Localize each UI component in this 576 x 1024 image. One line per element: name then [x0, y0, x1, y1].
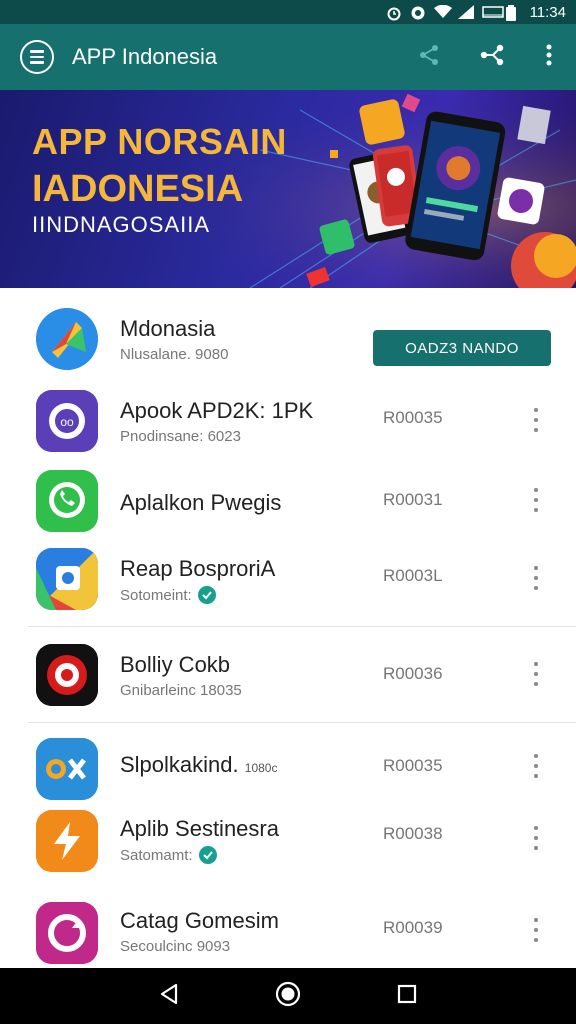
- status-bar: 11:34: [0, 0, 576, 24]
- item-subtitle: Sotomeint:: [120, 586, 216, 604]
- install-button[interactable]: OADZ3 NANDO: [373, 330, 551, 366]
- connect-icon[interactable]: [480, 44, 506, 71]
- item-name-suffix: 1080c: [244, 761, 278, 775]
- home-icon[interactable]: [275, 981, 301, 1012]
- list-item[interactable]: Bolliy Cokb Gnibarleinc 18035 R00036: [0, 640, 576, 720]
- svg-text:oo: oo: [60, 415, 74, 429]
- more-vert-icon[interactable]: [530, 754, 542, 778]
- eye-icon: [36, 644, 98, 706]
- item-code: R00036: [383, 664, 443, 683]
- sync-icon: [36, 902, 98, 964]
- wifi-icon: [433, 4, 452, 19]
- item-subtitle: Gnibarleinc 18035: [120, 682, 242, 699]
- verified-icon: [198, 846, 217, 864]
- chat-icon: oo: [36, 390, 98, 452]
- sync-status-icon: [410, 5, 426, 20]
- item-code: R00038: [383, 824, 443, 843]
- more-vert-icon[interactable]: [530, 408, 542, 432]
- item-subtitle-text: Sotomeint:: [120, 586, 192, 604]
- more-vert-icon[interactable]: [530, 566, 542, 590]
- item-code: R00035: [383, 756, 443, 775]
- promo-banner[interactable]: APP NORSAIN IADONESIA IINDNAGOSAIIA: [0, 90, 576, 288]
- divider: [28, 722, 576, 723]
- app-title: APP Indonesia: [72, 44, 218, 69]
- system-nav-bar: [0, 968, 576, 1024]
- item-name: Reap BosproriA: [120, 556, 276, 581]
- list-item[interactable]: Aplalkon Pwegis R00031: [0, 468, 576, 548]
- back-icon[interactable]: [158, 983, 180, 1010]
- list-item[interactable]: Aplib Sestinesra Satomamt: R00038: [0, 808, 576, 888]
- bolt-icon: [36, 810, 98, 872]
- list-item[interactable]: Mdonasia Nlusalane. 9080 OADZ3 NANDO: [0, 304, 576, 384]
- maps-icon: [36, 308, 98, 370]
- item-code: R00035: [383, 408, 443, 427]
- item-subtitle: Secoulcinc 9093: [120, 938, 231, 955]
- alarm-icon: [386, 5, 402, 21]
- app-bar: APP Indonesia: [0, 24, 576, 90]
- item-subtitle: Satomamt:: [120, 846, 217, 864]
- item-name: Mdonasia: [120, 316, 216, 341]
- clock: 11:34: [529, 3, 566, 21]
- banner-title-line1: APP NORSAIN: [32, 121, 287, 162]
- signal-icon: [457, 5, 474, 19]
- list-item[interactable]: Slpolkakind. 1080c R00035: [0, 736, 576, 816]
- item-code: R0003L: [383, 566, 443, 585]
- item-name: Catag Gomesim: [120, 908, 279, 933]
- ox-icon: [36, 738, 98, 800]
- banner-title-line2: IADONESIA: [32, 168, 244, 210]
- list-item[interactable]: oo Apook APD2K: 1PK Pnodinsane: 6023 R00…: [0, 388, 576, 468]
- no-sim-icon: [481, 5, 504, 19]
- banner-subtitle: IINDNAGOSAIIA: [32, 212, 211, 237]
- item-name: Slpolkakind. 1080c: [120, 752, 277, 778]
- list-item[interactable]: Reap BosproriA Sotomeint: R0003L: [0, 546, 576, 626]
- item-subtitle-text: Satomamt:: [120, 846, 193, 864]
- item-code: R00031: [383, 490, 443, 509]
- more-vert-icon[interactable]: [530, 918, 542, 942]
- camera-icon: [36, 548, 98, 610]
- item-subtitle: Pnodinsane: 6023: [120, 428, 241, 445]
- phone-icon: [36, 470, 98, 532]
- item-name: Bolliy Cokb: [120, 652, 231, 677]
- menu-icon[interactable]: [20, 40, 54, 74]
- item-name: Aplib Sestinesra: [120, 816, 279, 841]
- more-vert-icon[interactable]: [546, 44, 552, 71]
- divider: [28, 626, 576, 627]
- battery-icon: [505, 5, 522, 21]
- more-vert-icon[interactable]: [530, 662, 542, 686]
- verified-icon: [197, 586, 216, 604]
- recents-icon[interactable]: [396, 983, 418, 1010]
- item-name: Aplalkon Pwegis: [120, 490, 282, 515]
- item-subtitle: Nlusalane. 9080: [120, 346, 229, 363]
- item-name: Apook APD2K: 1PK: [120, 398, 314, 423]
- item-name-text: Slpolkakind.: [120, 752, 239, 777]
- item-code: R00039: [383, 918, 443, 937]
- app-list: Mdonasia Nlusalane. 9080 OADZ3 NANDO oo …: [0, 288, 576, 968]
- more-vert-icon[interactable]: [530, 488, 542, 512]
- more-vert-icon[interactable]: [530, 826, 542, 850]
- share-icon[interactable]: [418, 44, 440, 71]
